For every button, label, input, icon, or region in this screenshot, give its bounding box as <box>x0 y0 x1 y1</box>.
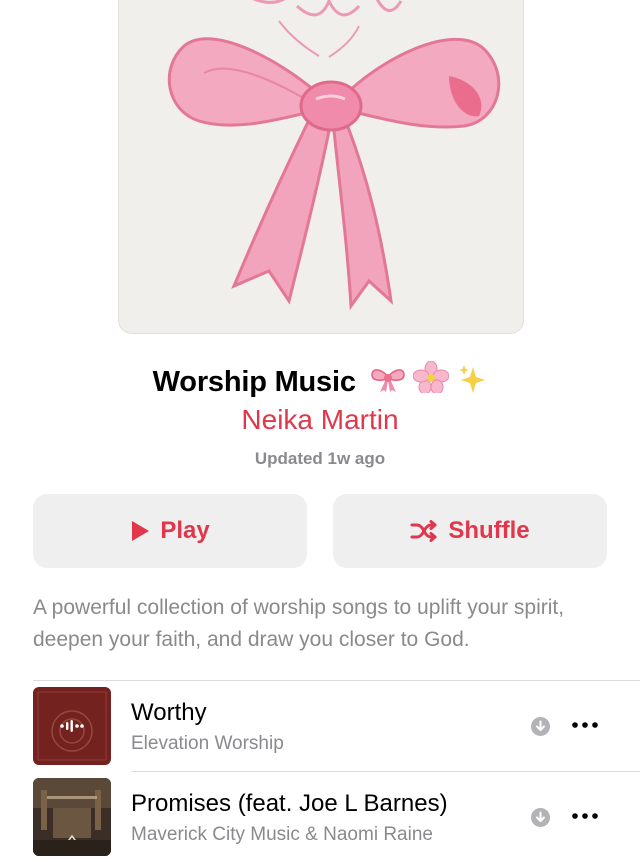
playlist-title: Worship Music <box>0 360 640 401</box>
track-artist: Elevation Worship <box>131 733 284 754</box>
sparkles-emoji-icon <box>457 363 487 401</box>
track-title: Promises (feat. Joe L Barnes) <box>131 790 448 817</box>
shuffle-button-label: Shuffle <box>448 517 530 544</box>
track-title: Worthy <box>131 699 207 726</box>
track-row[interactable]: Worthy Elevation Worship <box>0 680 640 771</box>
play-button[interactable]: Play <box>33 494 307 568</box>
more-icon[interactable] <box>570 710 600 740</box>
row-divider <box>33 680 640 681</box>
curator-link[interactable]: Neika Martin <box>0 404 640 436</box>
track-artwork <box>33 778 111 856</box>
track-row[interactable]: Promises (feat. Joe L Barnes) Maverick C… <box>0 771 640 862</box>
play-icon <box>130 520 150 542</box>
download-icon[interactable] <box>531 717 550 736</box>
shuffle-icon <box>410 520 438 542</box>
now-playing-icon <box>60 719 86 738</box>
playlist-title-text: Worship Music <box>152 366 356 398</box>
cherry-blossom-emoji-icon <box>412 360 450 401</box>
track-artwork <box>33 687 111 765</box>
bow-illustration <box>167 0 501 311</box>
playlist-description: A powerful collection of worship songs t… <box>33 596 565 651</box>
updated-label: Updated 1w ago <box>254 449 386 468</box>
playlist-artwork <box>118 0 524 334</box>
track-list: Worthy Elevation Worship Promises (feat.… <box>0 680 640 862</box>
play-button-label: Play <box>160 517 210 544</box>
row-divider <box>131 771 640 772</box>
track-artist: Maverick City Music & Naomi Raine <box>131 824 433 845</box>
ribbon-emoji-icon <box>370 365 406 401</box>
download-icon[interactable] <box>531 808 550 827</box>
more-icon[interactable] <box>570 801 600 831</box>
shuffle-button[interactable]: Shuffle <box>333 494 607 568</box>
